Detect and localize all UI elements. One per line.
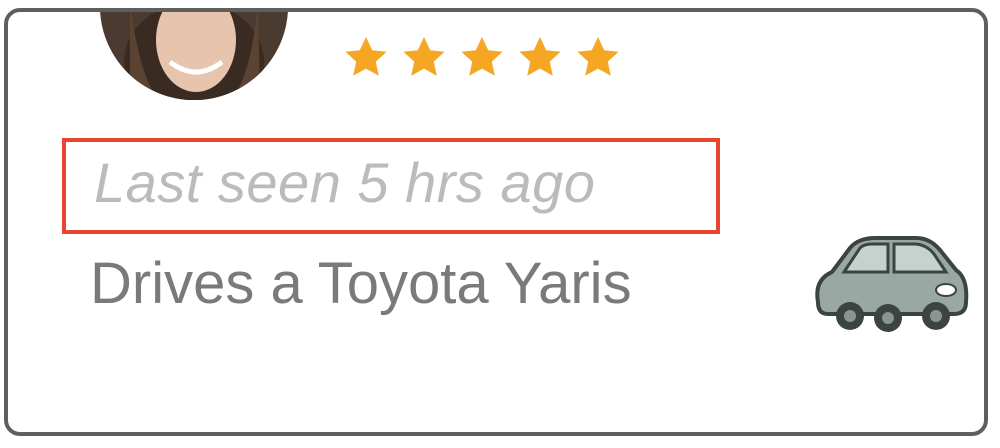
driver-card: Last seen 5 hrs ago Drives a Toyota Yari… (4, 8, 988, 436)
star-icon (458, 34, 506, 82)
rating-stars (342, 34, 622, 82)
star-icon (574, 34, 622, 82)
last-seen-text: Last seen 5 hrs ago (94, 151, 596, 214)
car-icon (806, 232, 972, 336)
star-icon (516, 34, 564, 82)
avatar (100, 12, 288, 100)
vehicle-text: Drives a Toyota Yaris (90, 251, 632, 316)
star-icon (342, 34, 390, 82)
last-seen-highlight: Last seen 5 hrs ago (62, 138, 720, 234)
avatar-image (100, 12, 288, 100)
star-icon (400, 34, 448, 82)
